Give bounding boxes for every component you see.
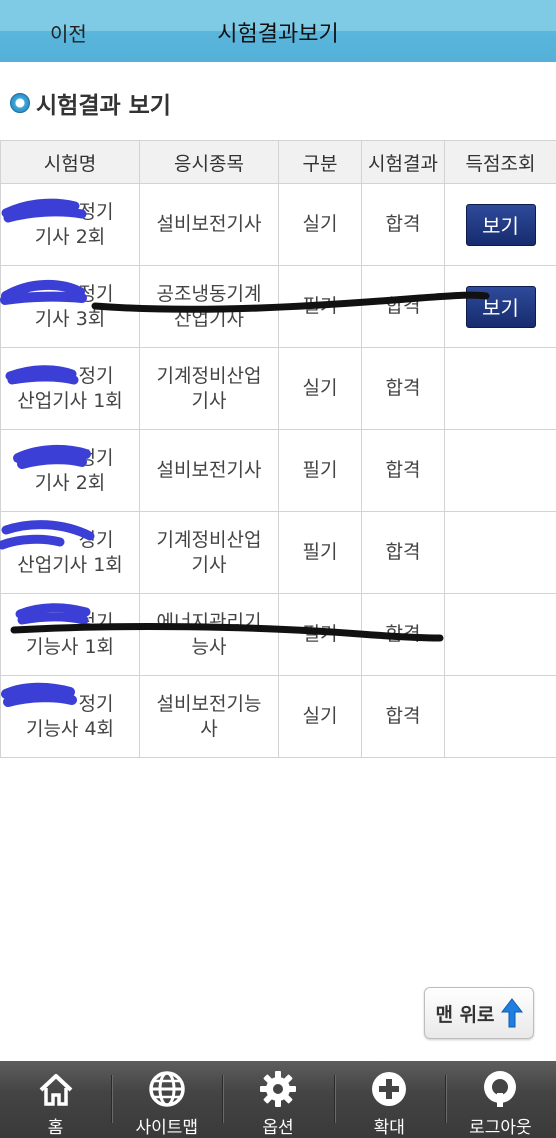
col-header-subject: 응시종목 xyxy=(139,140,279,184)
table-row: 정기 산업기사 1회 기계정비산업 기사 필기 합격 xyxy=(0,511,556,594)
table-row: 정기 기사 2회 설비보전기사 실기 합격 보기 xyxy=(0,183,556,266)
header-bar: 이전 시험결과보기 xyxy=(0,0,556,62)
score-cell xyxy=(444,511,556,594)
result-cell: 합격 xyxy=(361,183,445,266)
subject-cell: 설비보전기사 xyxy=(139,429,279,512)
exam-name-cell: 정기 기능사 4회 xyxy=(0,675,140,758)
subject-cell: 설비보전기사 xyxy=(139,183,279,266)
view-score-button[interactable]: 보기 xyxy=(465,203,536,246)
view-score-button[interactable]: 보기 xyxy=(465,285,536,328)
type-cell: 실기 xyxy=(278,183,362,266)
subject-cell: 기계정비산업 기사 xyxy=(139,511,279,594)
exam-results-table: 시험명 응시종목 구분 시험결과 득점조회 정기 기사 2회 설비보전기사 실기 … xyxy=(0,140,556,758)
section-heading: 시험결과 보기 xyxy=(10,88,171,119)
nav-item-sitemap[interactable]: 사이트맵 xyxy=(111,1061,222,1138)
subject-cell: 공조냉동기계 산업기사 xyxy=(139,265,279,348)
table-row: 정기 기사 2회 설비보전기사 필기 합격 xyxy=(0,429,556,512)
result-cell: 합격 xyxy=(361,429,445,512)
section-title: 시험결과 보기 xyxy=(36,93,171,119)
col-header-exam-name: 시험명 xyxy=(0,140,140,184)
type-cell: 실기 xyxy=(278,675,362,758)
nav-label: 옵션 xyxy=(262,1118,294,1138)
col-header-type: 구분 xyxy=(278,140,362,184)
gear-icon xyxy=(260,1071,296,1107)
table-row: 정기 기능사 1회 에너지관리기 능사 필기 합격 xyxy=(0,593,556,676)
home-icon xyxy=(39,1074,72,1106)
score-cell xyxy=(444,347,556,430)
exam-name-cell: 정기 산업기사 1회 xyxy=(0,511,140,594)
table-row: 정기 산업기사 1회 기계정비산업 기사 실기 합격 xyxy=(0,347,556,430)
table-header-row: 시험명 응시종목 구분 시험결과 득점조회 xyxy=(0,140,556,184)
type-cell: 필기 xyxy=(278,511,362,594)
nav-label: 홈 xyxy=(47,1118,64,1138)
score-cell: 보기 xyxy=(444,265,556,348)
col-header-score: 득점조회 xyxy=(444,140,556,184)
result-cell: 합격 xyxy=(361,265,445,348)
circle-bullet-icon xyxy=(10,93,30,113)
exam-name-cell: 정기 산업기사 1회 xyxy=(0,347,140,430)
power-icon xyxy=(484,1071,517,1107)
table-row: 정기 기능사 4회 설비보전기능 사 실기 합격 xyxy=(0,675,556,758)
type-cell: 필기 xyxy=(278,429,362,512)
scroll-to-top-label: 맨 위로 xyxy=(435,1003,495,1026)
subject-cell: 설비보전기능 사 xyxy=(139,675,279,758)
exam-name-cell: 정기 기사 3회 xyxy=(0,265,140,348)
arrow-up-icon xyxy=(500,998,523,1028)
exam-name-cell: 정기 기능사 1회 xyxy=(0,593,140,676)
subject-cell: 기계정비산업 기사 xyxy=(139,347,279,430)
type-cell: 필기 xyxy=(278,265,362,348)
subject-cell: 에너지관리기 능사 xyxy=(139,593,279,676)
page-title: 시험결과보기 xyxy=(217,22,339,47)
type-cell: 실기 xyxy=(278,347,362,430)
score-cell xyxy=(444,429,556,512)
bottom-navigation: 홈 사이트맵 옵션 확대 로그아웃 xyxy=(0,1061,556,1138)
result-cell: 합격 xyxy=(361,511,445,594)
score-cell xyxy=(444,593,556,676)
exam-name-cell: 정기 기사 2회 xyxy=(0,183,140,266)
nav-item-options[interactable]: 옵션 xyxy=(222,1061,333,1138)
scroll-to-top-button[interactable]: 맨 위로 xyxy=(424,987,534,1039)
plus-icon xyxy=(372,1072,407,1106)
col-header-result: 시험결과 xyxy=(361,140,445,184)
exam-name-cell: 정기 기사 2회 xyxy=(0,429,140,512)
result-cell: 합격 xyxy=(361,347,445,430)
result-cell: 합격 xyxy=(361,593,445,676)
result-cell: 합격 xyxy=(361,675,445,758)
nav-label: 사이트맵 xyxy=(135,1118,199,1138)
table-row: 정기 기사 3회 공조냉동기계 산업기사 필기 합격 보기 xyxy=(0,265,556,348)
nav-item-home[interactable]: 홈 xyxy=(0,1061,111,1138)
nav-item-logout[interactable]: 로그아웃 xyxy=(444,1061,556,1138)
nav-item-zoom[interactable]: 확대 xyxy=(333,1061,445,1138)
globe-icon xyxy=(149,1071,185,1107)
nav-label: 확대 xyxy=(373,1118,405,1138)
score-cell: 보기 xyxy=(444,183,556,266)
score-cell xyxy=(444,675,556,758)
nav-label: 로그아웃 xyxy=(469,1118,532,1138)
type-cell: 필기 xyxy=(278,593,362,676)
